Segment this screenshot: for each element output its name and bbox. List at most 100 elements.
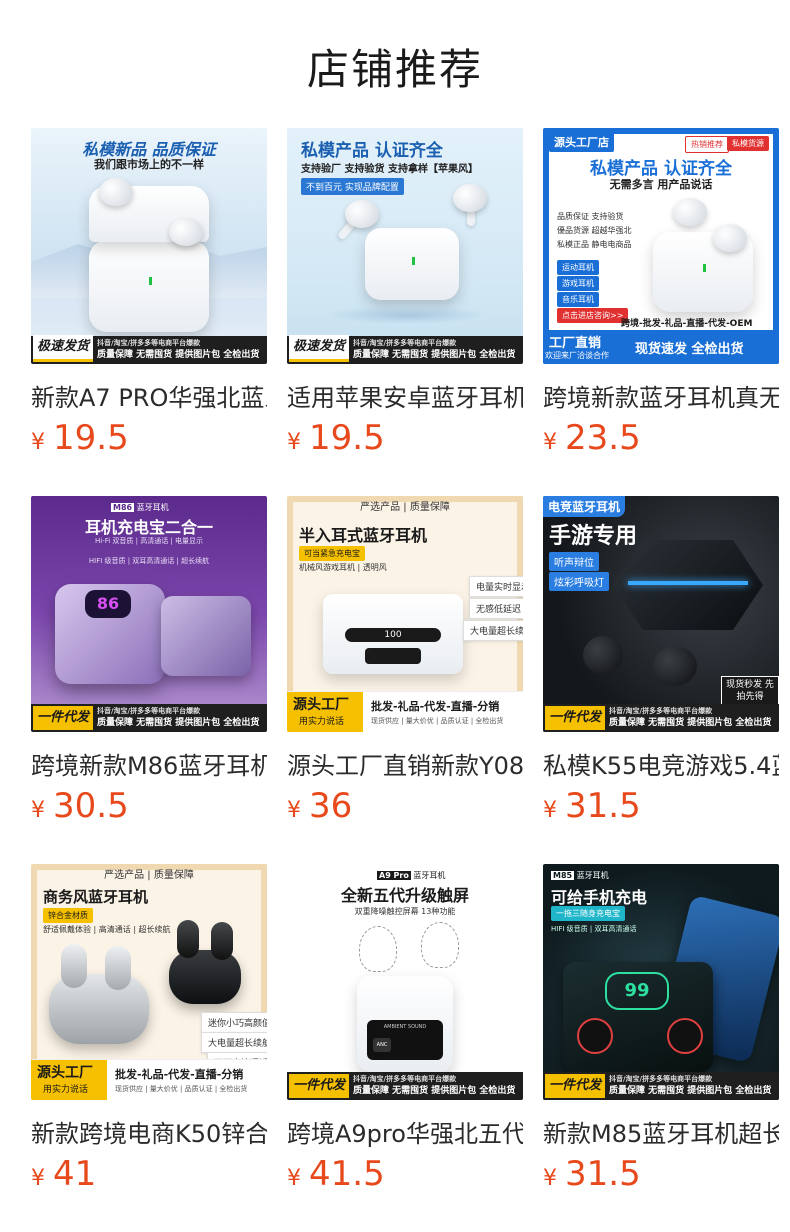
product-image[interactable]: A9 Pro 蓝牙耳机 全新五代升级触屏 双重降噪触控屏幕 13种功能 AMBI… [287,864,523,1100]
earbud-case: AMBIENT SOUND ANC [357,976,453,1072]
product-image[interactable]: M86 蓝牙耳机 耳机充电宝二合一 Hi-Fi 双音质 | 高清通话 | 电量显… [31,496,267,732]
earbud [453,184,487,212]
model-line: A9 Pro 蓝牙耳机 [377,870,445,881]
battery-display: 86 [85,590,131,618]
footer-title: 源头工厂 [37,1065,93,1081]
display-bar [365,648,421,664]
image-headline: 全新五代升级触屏 [340,886,469,905]
product-card[interactable]: M86 蓝牙耳机 耳机充电宝二合一 Hi-Fi 双音质 | 高清通话 | 电量显… [31,496,267,826]
product-name[interactable]: 跨境A9pro华强北五代升级触屏 [287,1114,523,1150]
model-badge: M86 [111,503,135,512]
product-price: ¥23.5 [543,418,641,458]
product-price: ¥36 [287,786,352,826]
podium-shadow [327,306,487,324]
product-image[interactable]: M85 蓝牙耳机 可给手机充电 一拖三随身充电宝 HIFI 级音质 | 双耳高清… [543,864,779,1100]
section-title: 店铺推荐 [306,45,483,94]
price-value: 31.5 [565,786,641,826]
product-image[interactable]: 严选产品 | 质量保障 商务风蓝牙耳机 锌合金材质 舒适佩戴体验 | 高清通话 … [31,864,267,1100]
enter-store-pill: 点击进店咨询>> [557,308,629,323]
feature-label: 无感低延迟 [469,598,523,619]
price-value: 36 [309,786,353,826]
feature-item: 私模正品 静电电商品 [557,240,632,249]
product-card[interactable]: 源头工厂店 热销推荐 私模货源 私模产品 认证齐全 无需多言 用产品说话 品质保… [543,128,779,458]
dropship-badge: 一件代发 [545,706,606,730]
feature-label: 大电量超长续航 [201,1032,267,1053]
product-name[interactable]: 新款跨境电商K50锌合金蓝牙耳机 [31,1114,267,1150]
model-line: M86 蓝牙耳机 [111,502,169,513]
product-card[interactable]: 私模新品 品质保证 我们跟市场上的不一样 极速发货 抖音/淘宝/拼多多等电商平台… [31,128,267,458]
charging-case: 99 [563,962,713,1072]
category-pill: 游戏耳机 [557,276,599,291]
product-price: ¥31.5 [543,786,641,826]
product-name[interactable]: 源头工厂直销新款Y08半入耳式 [287,746,523,782]
product-name[interactable]: 新款A7 PRO华强北蓝牙耳机 [31,378,267,414]
earbud-outline [421,922,459,968]
promo-strip: 极速发货 抖音/淘宝/拼多多等电商平台爆款 质量保障 无需囤货 提供图片包 全检… [287,335,523,364]
earbud [713,224,747,252]
price-value: 41.5 [309,1154,385,1194]
category-pill: 音乐耳机 [557,292,599,307]
price-value: 30.5 [53,786,129,826]
product-card[interactable]: A9 Pro 蓝牙耳机 全新五代升级触屏 双重降噪触控屏幕 13种功能 AMBI… [287,864,523,1194]
feature-pill: 听声辩位 [549,552,599,571]
earbud [211,922,233,960]
feature-label: 大电量超长续航 [463,620,523,641]
model-suffix: 蓝牙耳机 [136,503,169,512]
earbud [673,198,707,226]
product-image[interactable]: 私模产品 认证齐全 支持验厂 支持验货 支持拿样【苹果风】 不到百元 实现品牌配… [287,128,523,364]
image-subheadline: 双重降噪触控屏幕 13种功能 [354,907,456,916]
anc-button: ANC [373,1038,391,1052]
model-suffix: 蓝牙耳机 [576,871,609,880]
strip-text: 质量保障 无需囤货 提供图片包 全检出货 [97,350,260,360]
product-price: ¥19.5 [31,418,129,458]
image-subheadline: 舒适佩戴体验 | 高清通话 | 超长续航 [43,925,171,934]
image-headline: 耳机充电宝二合一 [84,518,213,537]
image-subheadline: 支持验厂 支持验货 支持拿样【苹果风】 [301,164,478,175]
product-card[interactable]: 私模产品 认证齐全 支持验厂 支持验货 支持拿样【苹果风】 不到百元 实现品牌配… [287,128,523,458]
quality-line: 严选产品 | 质量保障 [360,502,450,513]
image-subheadline: 机械风游戏耳机 | 透明风 [299,563,387,572]
touch-screen: AMBIENT SOUND ANC [367,1020,443,1060]
product-image[interactable]: 私模新品 品质保证 我们跟市场上的不一样 极速发货 抖音/淘宝/拼多多等电商平台… [31,128,267,364]
product-name[interactable]: 跨境新款蓝牙耳机真无线 [543,378,779,414]
promo-strip: 一件代发 抖音/淘宝/拼多多等电商平台爆款 质量保障 无需囤货 提供图片包 全检… [31,704,267,732]
earbud [667,1018,703,1054]
rgb-light [628,580,748,585]
earbud [169,218,203,246]
product-image[interactable]: 源头工厂店 热销推荐 私模货源 私模产品 认证齐全 无需多言 用产品说话 品质保… [543,128,779,364]
earbud-case [365,228,459,300]
product-name[interactable]: 适用苹果安卓蓝牙耳机 [287,378,523,414]
charging-case: 86 [55,584,165,684]
earbud [99,178,133,206]
black-case [169,950,241,1004]
image-subheadline: HIFI 级音质 | 双耳高清通话 [551,925,637,933]
footer-channels: 批发-礼品-代发-直播-分销 [115,1068,244,1081]
image-headline: 手游专用 [549,524,638,549]
product-card[interactable]: M85 蓝牙耳机 可给手机充电 一拖三随身充电宝 HIFI 级音质 | 双耳高清… [543,864,779,1194]
price-value: 19.5 [309,418,385,458]
product-name[interactable]: 跨境新款M86蓝牙耳机 [31,746,267,782]
product-name[interactable]: 新款M85蓝牙耳机超长续航 [543,1114,779,1150]
earbud [653,646,697,686]
hot-tag: 热销推荐 [685,136,729,153]
feature-item: 品质保证 支持验货 [557,212,624,221]
footer-title: 源头工厂 [293,697,349,713]
product-price: ¥41.5 [287,1154,385,1194]
product-card[interactable]: 严选产品 | 质量保障 商务风蓝牙耳机 锌合金材质 舒适佩戴体验 | 高清通话 … [31,864,267,1194]
currency-symbol: ¥ [287,798,301,823]
footer-promise: 现货速发 全检出货 [635,342,744,357]
silver-case [49,974,149,1044]
product-card[interactable]: 电竞蓝牙耳机 手游专用 听声辩位 炫彩呼吸灯 现货秒发 先拍先得 一件代发 抖音… [543,496,779,826]
footer-subtitle: 欢迎来厂洽谈合作 [545,351,609,360]
product-price: ¥30.5 [31,786,129,826]
image-headline: 商务风蓝牙耳机 [43,888,149,906]
promo-strip: 极速发货 抖音/淘宝/拼多多等电商平台爆款 质量保障 无需囤货 提供图片包 全检… [31,335,267,364]
price-value: 19.5 [53,418,129,458]
feature-pill: 一拖三随身充电宝 [551,906,625,921]
product-name[interactable]: 私模K55电竞游戏5.4蓝牙耳机 [543,746,779,782]
product-card[interactable]: 严选产品 | 质量保障 半入耳式蓝牙耳机 可当紧急充电宝 机械风游戏耳机 | 透… [287,496,523,826]
image-subheadline-2: HIFI 级音质 | 双耳高清通话 | 超长续航 [88,557,210,565]
currency-symbol: ¥ [543,798,557,823]
product-image[interactable]: 严选产品 | 质量保障 半入耳式蓝牙耳机 可当紧急充电宝 机械风游戏耳机 | 透… [287,496,523,732]
product-image[interactable]: 电竞蓝牙耳机 手游专用 听声辩位 炫彩呼吸灯 现货秒发 先拍先得 一件代发 抖音… [543,496,779,732]
